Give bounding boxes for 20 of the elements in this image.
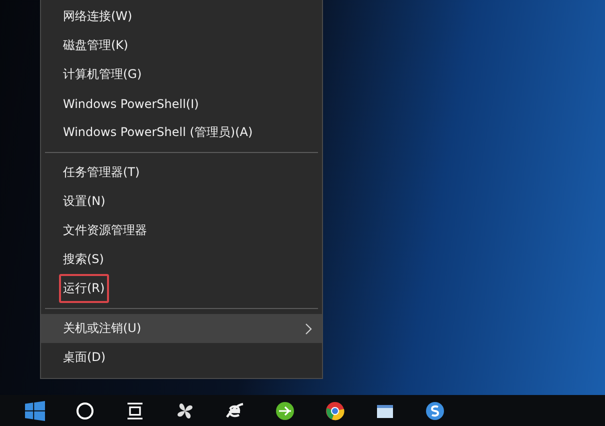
menu-item[interactable]: 磁盘管理(K) [41,31,322,60]
menu-item[interactable]: 设置(N) [41,187,322,216]
task-view-icon[interactable] [125,400,145,420]
menu-item[interactable]: 桌面(D) [41,343,322,372]
pinwheel-icon[interactable] [175,400,195,420]
menu-item[interactable]: Windows PowerShell (管理员)(A) [41,118,322,147]
menu-item[interactable]: 任务管理器(T) [41,158,322,187]
menu-item[interactable]: 搜索(S) [41,245,322,274]
s-letter-icon[interactable] [425,400,445,420]
windows-logo-icon[interactable] [25,400,45,420]
highlight-frame: 运行(R) [59,274,109,303]
search-icon[interactable] [75,400,95,420]
menu-item[interactable]: 计算机管理(G) [41,60,322,89]
menu-item[interactable]: Windows PowerShell(I) [41,89,322,118]
menu-item[interactable]: 网络连接(W) [41,2,322,31]
e-letter-icon[interactable] [225,400,245,420]
menu-item[interactable]: 文件资源管理器 [41,216,322,245]
menu-item[interactable]: 关机或注销(U) [41,314,322,343]
menu-item[interactable]: 运行(R) [41,274,322,303]
chrome-icon[interactable] [325,400,345,420]
